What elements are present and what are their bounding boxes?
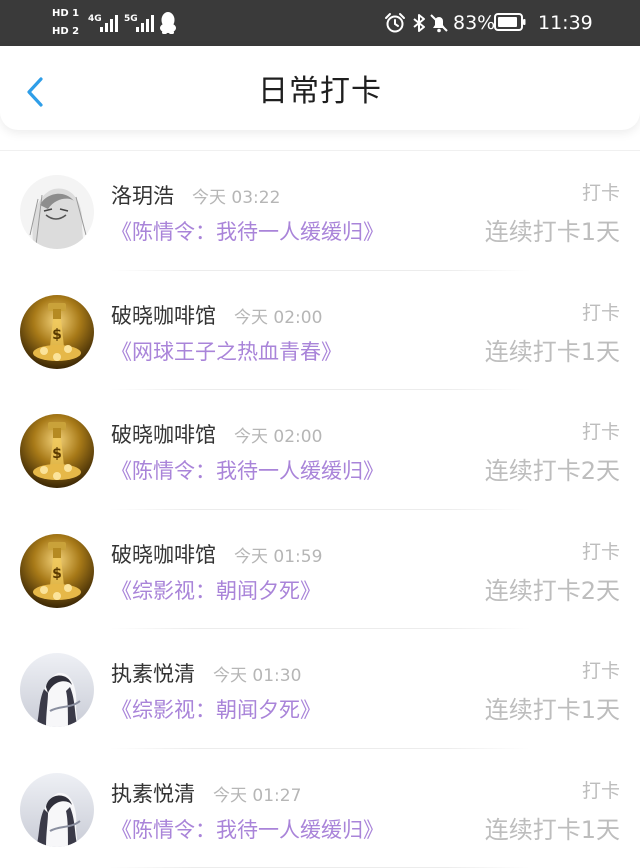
checkin-time: 今天 01:59 xyxy=(234,546,323,567)
user-name[interactable]: 执素悦清 今天 01:30 xyxy=(111,659,301,691)
user-name[interactable]: 执素悦清 今天 01:27 xyxy=(111,779,301,811)
book-title-link[interactable]: 《陈情令：我待一人缓缓归》 xyxy=(111,456,384,486)
avatar[interactable]: $ xyxy=(20,294,94,369)
streak-count: 连续打卡2天 xyxy=(484,576,620,605)
checkin-tag: 打卡 xyxy=(581,779,620,802)
checkin-item[interactable]: $ 破晓咖啡馆 今天 02:00 《网球王子之热血青春》 打卡连续打卡1天 xyxy=(0,271,640,390)
checkin-time: 今天 02:00 xyxy=(234,307,323,328)
streak-count: 连续打卡1天 xyxy=(484,218,620,246)
checkin-tag: 打卡 xyxy=(581,660,620,682)
user-name[interactable]: 破晓咖啡馆 今天 02:00 xyxy=(111,301,322,333)
book-title-link[interactable]: 《陈情令：我待一人缓缓归》 xyxy=(111,217,384,247)
book-title-link[interactable]: 《网球王子之热血青春》 xyxy=(111,337,342,367)
checkin-item[interactable]: $ 破晓咖啡馆 今天 02:00 《陈情令：我待一人缓缓归》 打卡连续打卡2天 xyxy=(0,390,640,510)
checkin-tag: 打卡 xyxy=(581,540,620,563)
avatar[interactable]: $ xyxy=(20,533,94,608)
avatar[interactable]: $ xyxy=(20,414,94,488)
mute-icon xyxy=(430,14,448,33)
avatar[interactable] xyxy=(20,175,94,249)
streak-count: 连续打卡1天 xyxy=(484,696,620,724)
checkin-time: 今天 03:22 xyxy=(192,188,281,208)
bluetooth-icon xyxy=(413,14,425,32)
user-name-text: 洛玥浩 xyxy=(111,184,174,208)
book-title-link[interactable]: 《综影视：朝闻夕死》 xyxy=(111,695,321,725)
status-bar: HD 1 HD 2 4G 5G 83% 11:39 xyxy=(0,0,640,46)
checkin-time: 今天 02:00 xyxy=(234,427,323,447)
checkin-item[interactable]: 执素悦清 今天 01:30 《综影视：朝闻夕死》 打卡连续打卡1天 xyxy=(0,629,640,749)
checkin-list: 洛玥浩 今天 03:22 《陈情令：我待一人缓缓归》 打卡 连续打卡1天 $ 破晓咖啡馆… xyxy=(0,150,640,868)
streak-count: 连续打卡2天 xyxy=(484,457,620,485)
user-name-text: 破晓咖啡馆 xyxy=(111,423,216,447)
checkin-time: 今天 01:27 xyxy=(213,785,302,806)
checkin-item[interactable]: $ 破晓咖啡馆 今天 01:59 《综影视：朝闻夕死》 打卡连续打卡2天 xyxy=(0,510,640,629)
clock: 11:39 xyxy=(538,12,593,34)
svg-text:$: $ xyxy=(52,446,62,462)
book-title-link[interactable]: 《陈情令：我待一人缓缓归》 xyxy=(111,815,384,845)
avatar[interactable] xyxy=(20,653,94,727)
svg-text:$: $ xyxy=(52,327,62,343)
nav-header: 日常打卡 xyxy=(0,46,640,130)
hd1-indicator: HD 1 xyxy=(52,8,80,19)
battery-percent: 83% xyxy=(453,12,496,34)
signal-1-icon xyxy=(100,14,118,32)
page-title: 日常打卡 xyxy=(258,74,382,109)
checkin-tag: 打卡 xyxy=(581,421,620,443)
checkin-time: 今天 01:30 xyxy=(213,666,302,686)
user-name-text: 执素悦清 xyxy=(111,781,195,806)
checkin-item[interactable]: 洛玥浩 今天 03:22 《陈情令：我待一人缓缓归》 打卡连续打卡1天 xyxy=(0,151,640,271)
book-title-link[interactable]: 《综影视：朝闻夕死》 xyxy=(111,576,321,606)
user-name[interactable]: 破晓咖啡馆 今天 01:59 xyxy=(111,540,322,572)
qq-icon xyxy=(160,12,176,34)
user-name-text: 破晓咖啡馆 xyxy=(111,542,216,567)
user-name-text: 破晓咖啡馆 xyxy=(111,303,216,328)
svg-text:$: $ xyxy=(52,566,62,582)
battery-icon xyxy=(494,13,526,31)
hd2-indicator: HD 2 xyxy=(52,26,80,37)
user-name-text: 执素悦清 xyxy=(111,662,195,686)
streak-count: 连续打卡1天 xyxy=(484,337,620,366)
user-name[interactable]: 洛玥浩 今天 03:22 xyxy=(111,181,280,213)
checkin-tag: 打卡 xyxy=(581,301,620,324)
checkin-tag: 打卡 xyxy=(581,182,620,204)
streak-count: 连续打卡1天 xyxy=(484,815,620,844)
signal-2-icon xyxy=(136,14,154,32)
user-name[interactable]: 破晓咖啡馆 今天 02:00 xyxy=(111,420,322,452)
checkin-item[interactable]: 执素悦清 今天 01:27 《陈情令：我待一人缓缓归》 打卡连续打卡1天 xyxy=(0,749,640,868)
alarm-icon xyxy=(385,13,405,33)
avatar[interactable] xyxy=(20,772,94,847)
